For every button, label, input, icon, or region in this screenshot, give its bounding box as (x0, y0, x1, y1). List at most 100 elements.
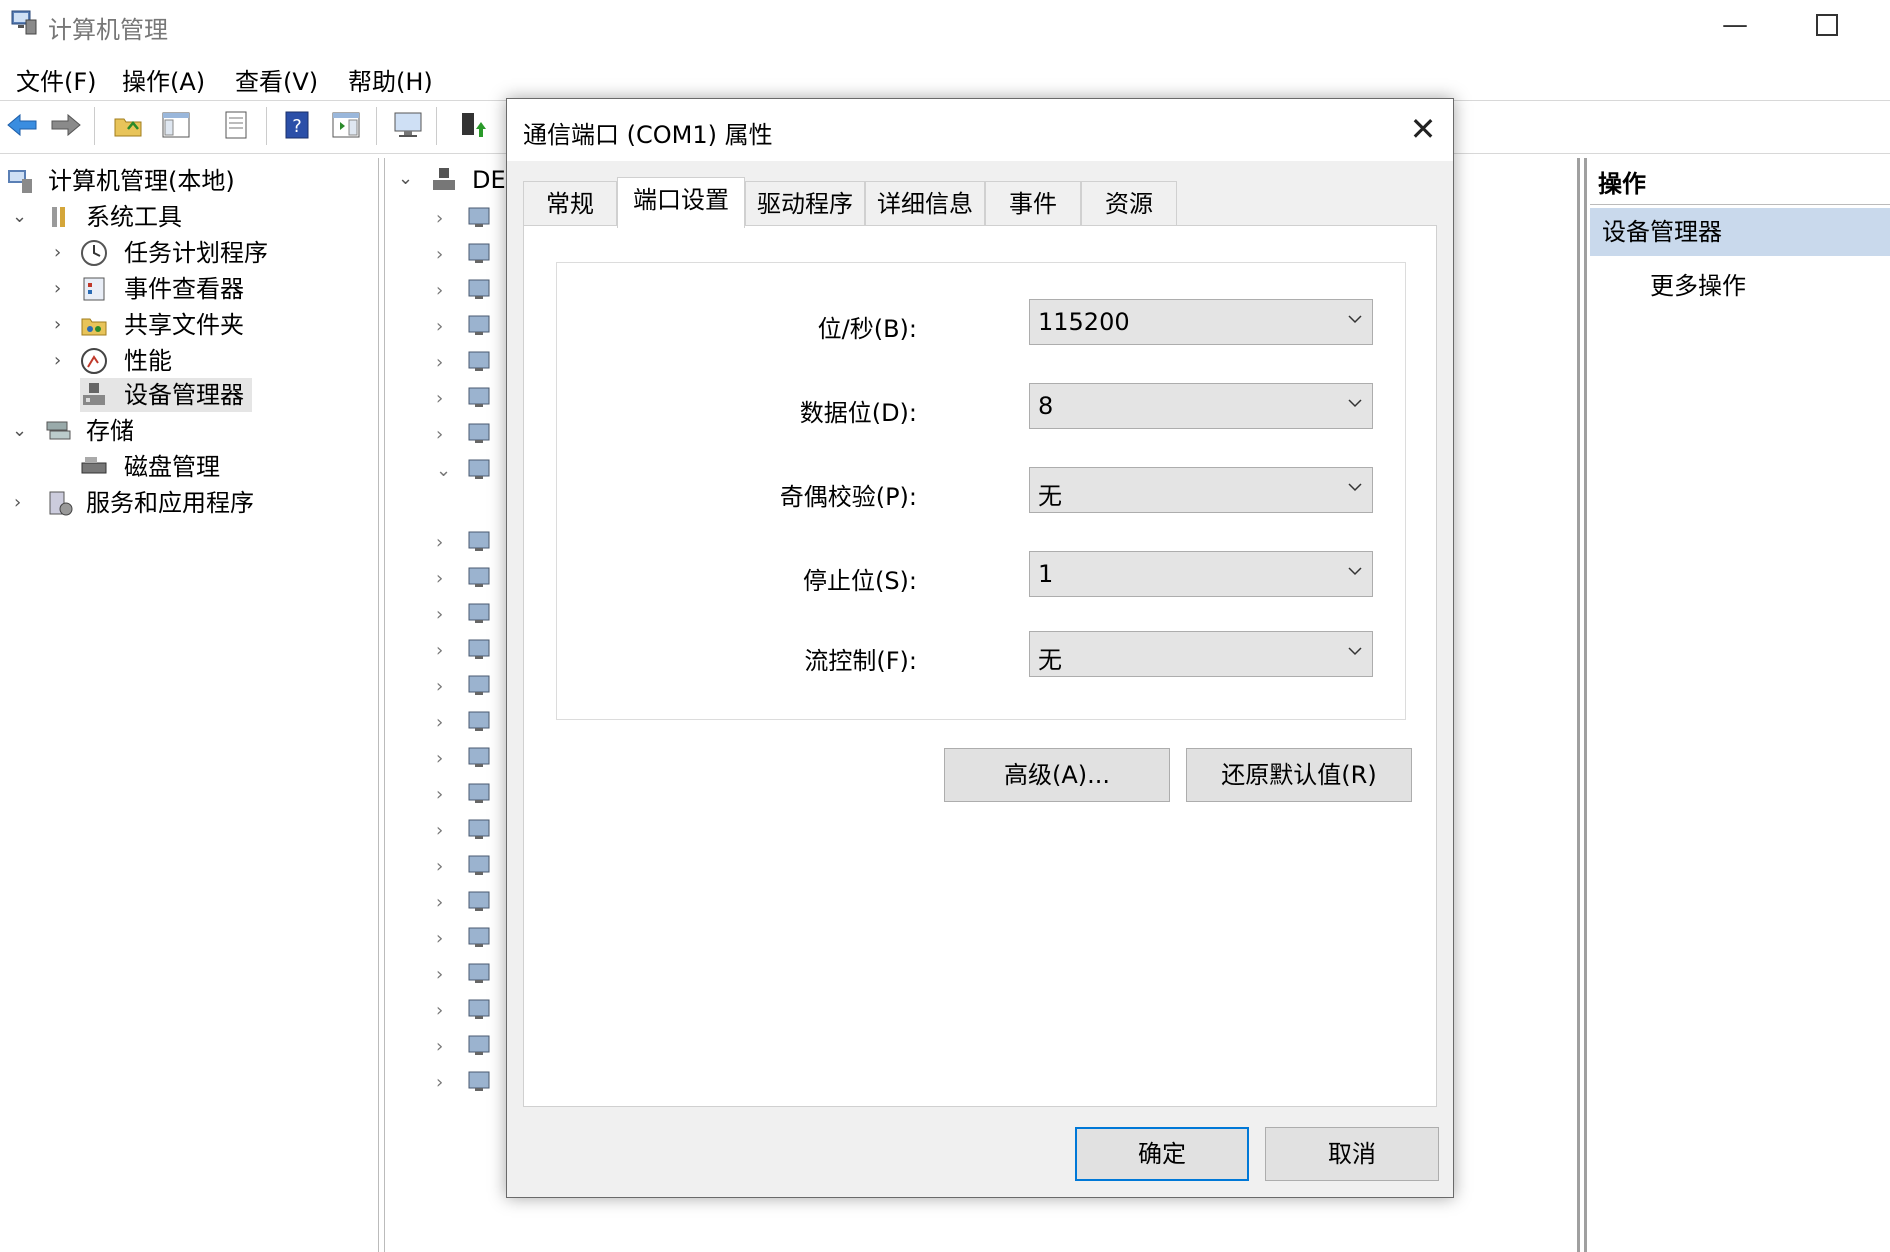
chevron-right-icon[interactable]: › (436, 784, 443, 805)
update-driver-icon[interactable] (456, 109, 488, 141)
actions-section-device-manager[interactable]: 设备管理器 (1590, 208, 1890, 256)
show-hide-action-pane-icon[interactable] (330, 109, 362, 141)
port-settings-panel: 位/秒(B): 115200 数据位(D): 8 奇偶校验(P): 无 停止位(… (523, 225, 1437, 1107)
tree-item-performance[interactable]: › 性能 (50, 344, 350, 378)
cancel-button[interactable]: 取消 (1265, 1127, 1439, 1181)
chevron-right-icon[interactable]: › (54, 316, 70, 334)
maximize-button[interactable] (1810, 10, 1844, 40)
chevron-down-icon (1348, 647, 1362, 656)
chevron-right-icon[interactable]: › (436, 208, 443, 229)
tree-item-disk-management[interactable]: 磁盘管理 (80, 450, 360, 484)
menu-file[interactable]: 文件(F) (16, 62, 97, 97)
chevron-right-icon[interactable]: › (436, 856, 443, 877)
device-category-icon (468, 783, 490, 803)
flow-control-value: 无 (1038, 646, 1062, 674)
chevron-right-icon[interactable]: › (436, 964, 443, 985)
chevron-right-icon[interactable]: › (436, 352, 443, 373)
menu-action[interactable]: 操作(A) (122, 62, 205, 97)
chevron-right-icon[interactable]: › (54, 280, 70, 298)
tree-item-storage[interactable]: ⌄ 存储 (10, 414, 360, 448)
ok-button[interactable]: 确定 (1075, 1127, 1249, 1181)
device-category-icon (468, 675, 490, 695)
forward-arrow-icon[interactable] (50, 109, 82, 141)
chevron-right-icon[interactable]: › (436, 820, 443, 841)
chevron-right-icon[interactable]: › (436, 892, 443, 913)
baud-rate-select[interactable]: 115200 (1029, 299, 1373, 345)
chevron-right-icon[interactable]: › (436, 1036, 443, 1057)
chevron-right-icon[interactable]: › (54, 352, 70, 370)
tree-item-system-tools[interactable]: ⌄ 系统工具 (10, 200, 360, 234)
tree-item-device-manager[interactable]: 设备管理器 (80, 378, 252, 412)
chevron-right-icon[interactable]: › (436, 280, 443, 301)
chevron-right-icon[interactable]: › (436, 712, 443, 733)
tab-resources[interactable]: 资源 (1081, 181, 1177, 226)
chevron-right-icon[interactable]: › (436, 640, 443, 661)
chevron-right-icon[interactable]: › (436, 748, 443, 769)
back-arrow-icon[interactable] (6, 109, 38, 141)
chevron-right-icon[interactable]: › (436, 1072, 443, 1093)
chevron-right-icon[interactable]: › (54, 244, 70, 262)
tree-item-services-apps[interactable]: › 服务和应用程序 (10, 486, 360, 520)
show-hide-tree-icon[interactable] (160, 109, 192, 141)
help-icon[interactable]: ? (282, 109, 314, 141)
tree-label: 性能 (124, 347, 172, 375)
device-category-icon (468, 459, 490, 479)
tree-label: 服务和应用程序 (86, 489, 254, 517)
tree-item-shared-folders[interactable]: › 共享文件夹 (50, 308, 350, 342)
chevron-down-icon[interactable]: ⌄ (398, 168, 413, 189)
chevron-down-icon[interactable]: ⌄ (436, 460, 451, 481)
clock-icon (81, 240, 107, 266)
event-log-icon (83, 277, 105, 301)
chevron-right-icon[interactable]: › (436, 532, 443, 553)
advanced-button[interactable]: 高级(A)... (944, 748, 1170, 802)
chevron-right-icon[interactable]: › (436, 568, 443, 589)
chevron-down-icon (1348, 567, 1362, 576)
computer-icon (433, 168, 455, 190)
dialog-title: 通信端口 (COM1) 属性 (523, 121, 773, 149)
device-category-icon (468, 603, 490, 623)
properties-icon[interactable] (220, 109, 252, 141)
tree-item-task-scheduler[interactable]: › 任务计划程序 (50, 236, 350, 270)
flow-control-select[interactable]: 无 (1029, 631, 1373, 677)
tab-events[interactable]: 事件 (985, 181, 1081, 226)
chevron-right-icon[interactable]: › (436, 928, 443, 949)
menu-bar: 文件(F) 操作(A) 查看(V) 帮助(H) (0, 58, 1890, 101)
tab-driver[interactable]: 驱动程序 (745, 181, 865, 226)
close-icon[interactable]: ✕ (1405, 111, 1441, 147)
chevron-down-icon (1348, 399, 1362, 408)
chevron-down-icon[interactable]: ⌄ (12, 422, 28, 440)
shared-folder-icon (81, 318, 107, 336)
actions-header: 操作 (1590, 164, 1890, 205)
chevron-right-icon[interactable]: › (14, 494, 30, 512)
tab-port-settings[interactable]: 端口设置 (617, 177, 745, 228)
storage-icon (46, 421, 71, 440)
chevron-down-icon[interactable]: ⌄ (12, 208, 28, 226)
maximize-icon (1816, 14, 1838, 36)
tab-general[interactable]: 常规 (523, 181, 617, 226)
disk-icon (81, 457, 107, 474)
chevron-right-icon[interactable]: › (436, 676, 443, 697)
actions-pane (1584, 158, 1890, 1252)
chevron-right-icon[interactable]: › (436, 316, 443, 337)
data-bits-value: 8 (1038, 392, 1054, 420)
menu-view[interactable]: 查看(V) (235, 62, 318, 97)
stop-bits-select[interactable]: 1 (1029, 551, 1373, 597)
chevron-right-icon[interactable]: › (436, 424, 443, 445)
computer-monitor-icon[interactable] (392, 109, 424, 141)
chevron-right-icon[interactable]: › (436, 1000, 443, 1021)
data-bits-select[interactable]: 8 (1029, 383, 1373, 429)
chevron-right-icon[interactable]: › (436, 604, 443, 625)
parity-select[interactable]: 无 (1029, 467, 1373, 513)
minimize-button[interactable]: — (1718, 10, 1752, 40)
menu-help[interactable]: 帮助(H) (348, 62, 433, 97)
tree-item-event-viewer[interactable]: › 事件查看器 (50, 272, 350, 306)
tab-details[interactable]: 详细信息 (865, 181, 985, 226)
svg-text:?: ? (292, 116, 302, 137)
device-category-icon (468, 351, 490, 371)
up-folder-icon[interactable] (112, 109, 144, 141)
more-actions-link[interactable]: 更多操作 (1650, 266, 1746, 301)
tree-item-root[interactable]: 计算机管理(本地) (6, 164, 366, 198)
chevron-right-icon[interactable]: › (436, 388, 443, 409)
restore-defaults-button[interactable]: 还原默认值(R) (1186, 748, 1412, 802)
chevron-right-icon[interactable]: › (436, 244, 443, 265)
